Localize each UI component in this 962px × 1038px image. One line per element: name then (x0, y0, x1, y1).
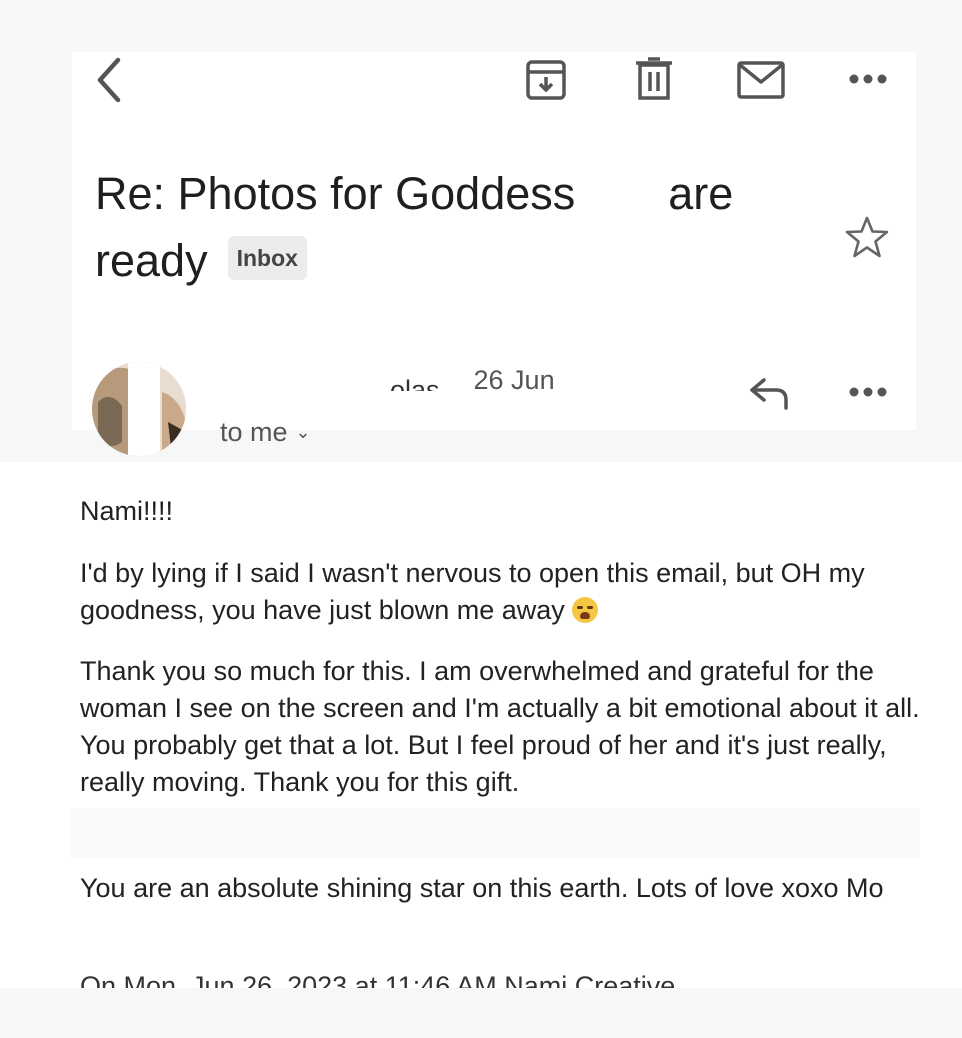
recipient-toggle[interactable]: to me ⌄ (220, 417, 311, 448)
body-paragraph-1-text: I'd by lying if I said I wasn't nervous … (80, 558, 865, 625)
email-subject: Re: Photos for Goddess are ready Inbox (95, 160, 825, 294)
archive-icon[interactable] (524, 58, 568, 102)
sender-line[interactable]: olas 26 Jun (390, 365, 555, 405)
redacted-block (587, 177, 656, 218)
chevron-left-icon[interactable] (92, 56, 126, 104)
subject-text-part1: Re: Photos for Goddess (95, 168, 588, 219)
email-date: 26 Jun (473, 365, 555, 395)
mail-icon[interactable] (736, 60, 786, 100)
inbox-label-badge[interactable]: Inbox (227, 236, 307, 280)
greeting-text: Nami!!!! (80, 496, 174, 526)
body-paragraph-3: You are an absolute shining star on this… (80, 873, 884, 903)
reply-icon[interactable] (748, 374, 792, 410)
body-paragraph-2: Thank you so much for this. I am overwhe… (80, 656, 920, 797)
message-more-icon[interactable] (849, 385, 887, 399)
star-outline-icon[interactable] (845, 216, 889, 258)
body-divider (70, 808, 920, 858)
subject-text-line2: ready (95, 235, 208, 286)
crying-face-icon (572, 597, 599, 623)
svg-text:olas: olas (390, 375, 440, 391)
sender-name: olas (390, 365, 460, 405)
subject-text-part2: are (655, 168, 734, 219)
avatar-redaction (128, 362, 160, 456)
chevron-down-icon: ⌄ (295, 422, 311, 442)
quoted-reply-header[interactable]: On Mon, Jun 26, 2023 at 11:46 AM Nami Cr… (80, 968, 920, 988)
body-paragraph-1: I'd by lying if I said I wasn't nervous … (80, 555, 920, 629)
more-horizontal-icon[interactable] (849, 72, 887, 86)
avatar[interactable] (92, 362, 186, 456)
recipient-label: to me (220, 417, 288, 447)
trash-icon[interactable] (634, 57, 674, 101)
